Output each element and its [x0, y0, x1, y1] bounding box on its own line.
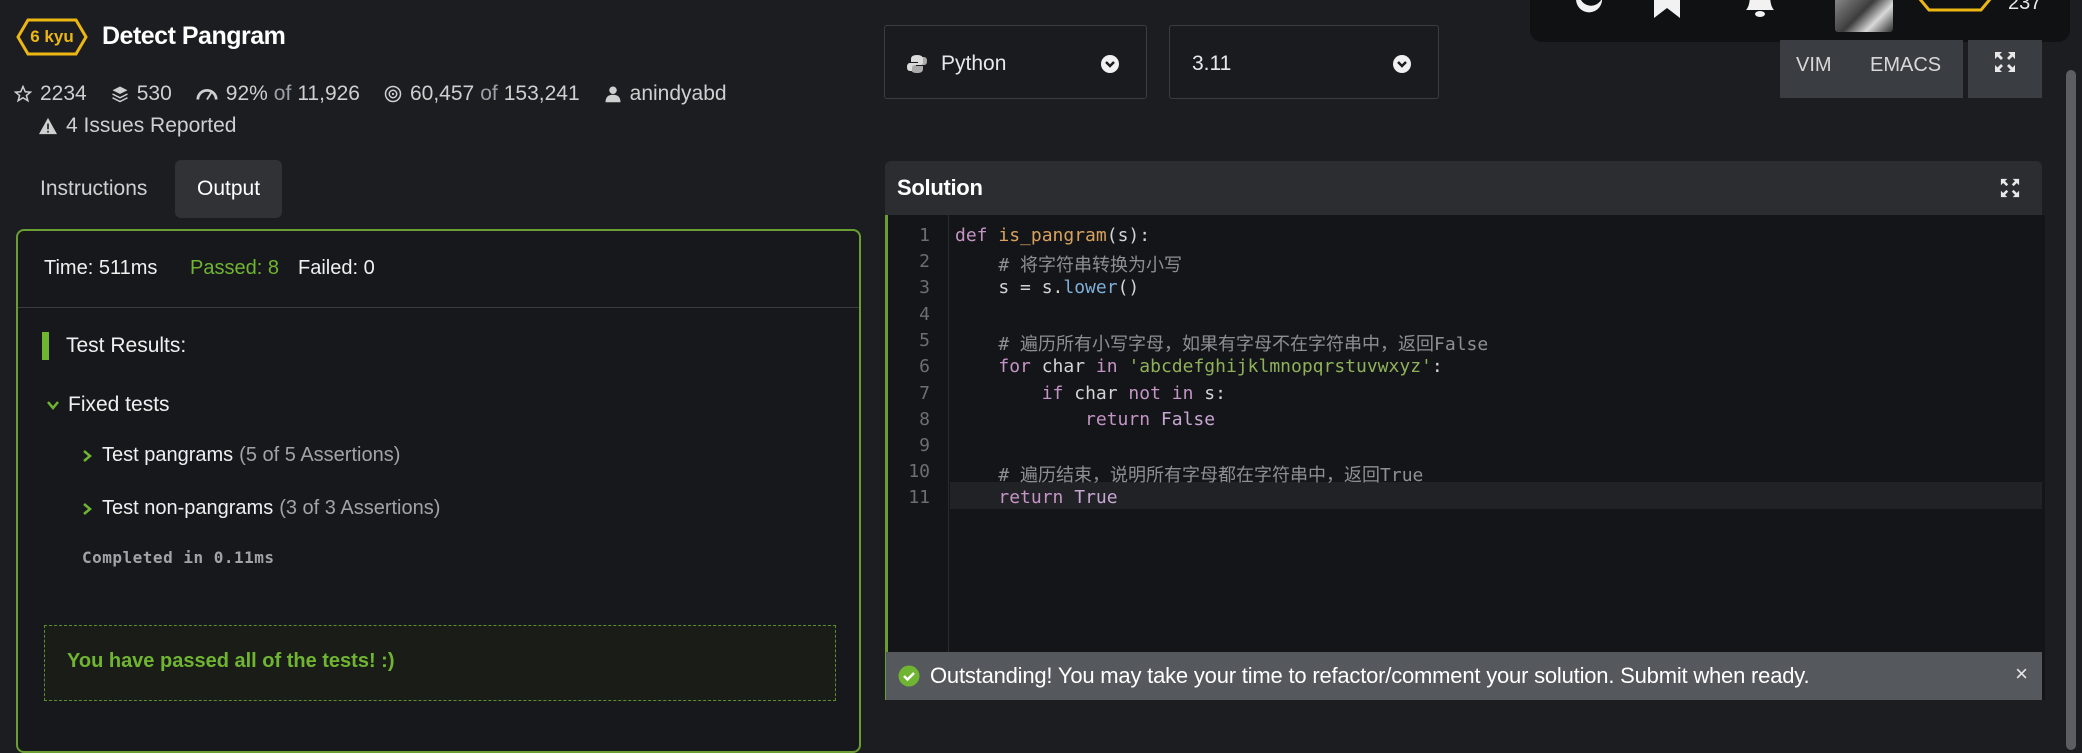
line-number: 10	[908, 461, 930, 482]
success-text: You have passed all of the tests! :)	[67, 650, 395, 672]
fixed-tests-label: Fixed tests	[68, 393, 170, 416]
version-value: 3.11	[1192, 52, 1232, 75]
completed-time: Completed in 0.11ms	[82, 548, 275, 567]
test-name: Test pangrams	[102, 444, 234, 466]
emacs-mode-button[interactable]: EMACS	[1870, 54, 1941, 77]
collections-stat[interactable]: 530	[111, 82, 172, 106]
stars-stat[interactable]: 2234	[14, 82, 87, 106]
code-editor[interactable]: 1 2 3 4 5 6 7 8 9 10 11 def is_pangram(s…	[885, 215, 2045, 700]
honor-count: 237	[2008, 0, 2042, 14]
test-assertions: (5 of 5 Assertions)	[239, 444, 401, 466]
line-number: 2	[919, 251, 930, 272]
stars-count: 2234	[40, 82, 87, 105]
issues-label: 4 Issues Reported	[66, 114, 237, 137]
satisfaction-pct: 92%	[225, 82, 268, 105]
satisfaction-of: of	[273, 82, 292, 105]
completions-stat: 60,457 of 153,241	[384, 82, 580, 106]
python-icon	[907, 55, 927, 73]
target-icon	[384, 85, 402, 103]
test-item[interactable]: Test pangrams (5 of 5 Assertions)	[82, 444, 400, 467]
line-number: 7	[919, 383, 930, 404]
chevron-down-icon	[47, 401, 59, 410]
avatar[interactable]	[1835, 0, 1893, 32]
code-line: # 将字符串转换为小写	[998, 255, 1183, 276]
code-line: for char in 'abcdefghijklmnopqrstuvwxyz'…	[998, 356, 1443, 377]
success-message: You have passed all of the tests! :)	[44, 625, 836, 701]
warning-icon	[39, 117, 57, 135]
author-name: anindyabd	[629, 82, 727, 105]
line-number: 5	[919, 330, 930, 351]
output-panel: Time: 511ms Passed: 8 Failed: 0 Test Res…	[16, 229, 861, 753]
line-number: 4	[919, 304, 930, 325]
collections-count: 530	[136, 82, 172, 105]
code-line: if char not in s:	[1041, 383, 1226, 404]
issues-link[interactable]: 4 Issues Reported	[38, 114, 236, 138]
line-number: 9	[919, 435, 930, 456]
test-results-heading: Test Results:	[66, 334, 187, 357]
kyu-rank-label: 6 kyu	[30, 27, 74, 46]
solution-header: Solution	[885, 161, 2042, 215]
bookmark-icon[interactable]	[1652, 0, 1682, 20]
line-number: 6	[919, 356, 930, 377]
satisfaction-votes: 11,926	[297, 82, 360, 105]
code-line: # 遍历结束，说明所有字母都在字符串中，返回True	[998, 465, 1424, 486]
vim-mode-button[interactable]: VIM	[1796, 54, 1832, 77]
rank-badge-icon	[1918, 0, 1992, 12]
test-assertions: (3 of 3 Assertions)	[279, 497, 441, 519]
kyu-rank-badge: 6 kyu	[16, 18, 88, 56]
page-scrollbar[interactable]	[2066, 70, 2076, 750]
line-number: 3	[919, 277, 930, 298]
code-line: def is_pangram(s):	[955, 225, 1151, 246]
code-line: return True	[998, 487, 1118, 508]
close-icon[interactable]: ×	[2015, 661, 2028, 687]
line-number: 11	[908, 487, 930, 508]
language-value: Python	[941, 52, 1007, 75]
failed-label: Failed: 0	[298, 257, 375, 279]
fullscreen-button[interactable]	[1968, 40, 2042, 98]
code-line: # 遍历所有小写字母，如果有字母不在字符串中，返回False	[998, 334, 1489, 355]
test-item[interactable]: Test non-pangrams (3 of 3 Assertions)	[82, 497, 440, 520]
toast-message: Outstanding! You may take your time to r…	[930, 663, 1810, 688]
time-label: Time: 511ms	[44, 257, 158, 279]
star-icon	[14, 85, 32, 103]
expand-icon	[1995, 52, 2015, 72]
layers-icon	[111, 86, 128, 103]
expand-icon[interactable]	[2000, 178, 2020, 198]
line-number: 1	[919, 225, 930, 246]
chevron-right-icon	[83, 449, 92, 462]
top-nav-bar: 237	[1530, 0, 2070, 42]
author-stat[interactable]: anindyabd	[604, 82, 727, 106]
results-summary: Time: 511ms Passed: 8 Failed: 0	[18, 231, 859, 308]
kata-stats: 2234 530 92% of 11,926 60,457 of 153,241…	[14, 82, 751, 106]
code-line: s = s.lower()	[955, 277, 1140, 298]
passed-label: Passed: 8	[190, 257, 279, 279]
completed-count: 60,457	[409, 82, 475, 105]
attempted-count: 153,241	[503, 82, 580, 105]
line-number-gutter: 1 2 3 4 5 6 7 8 9 10 11	[888, 215, 949, 700]
gauge-icon	[196, 88, 218, 100]
chevron-down-icon	[1393, 55, 1411, 73]
line-number: 8	[919, 409, 930, 430]
chevron-right-icon	[83, 502, 92, 515]
user-icon	[605, 86, 621, 103]
fixed-tests-group[interactable]: Fixed tests	[46, 393, 170, 417]
tab-instructions[interactable]: Instructions	[18, 160, 169, 218]
chevron-down-icon	[1101, 55, 1119, 73]
kata-title[interactable]: Detect Pangram	[102, 22, 286, 51]
code-line: return False	[1085, 409, 1216, 430]
success-toast: Outstanding! You may take your time to r…	[886, 652, 2042, 700]
solution-title: Solution	[897, 175, 983, 200]
test-results-marker	[42, 332, 49, 360]
completed-of: of	[480, 82, 498, 105]
check-circle-icon	[898, 665, 920, 687]
satisfaction-stat: 92% of 11,926	[196, 82, 360, 106]
language-select[interactable]: Python	[884, 25, 1147, 99]
version-select[interactable]: 3.11	[1169, 25, 1439, 99]
bell-icon[interactable]	[1742, 0, 1778, 22]
editor-mode-group: VIM EMACS	[1780, 40, 1963, 98]
tab-output[interactable]: Output	[175, 160, 283, 218]
test-name: Test non-pangrams	[102, 497, 274, 519]
moon-icon[interactable]	[1572, 0, 1606, 14]
